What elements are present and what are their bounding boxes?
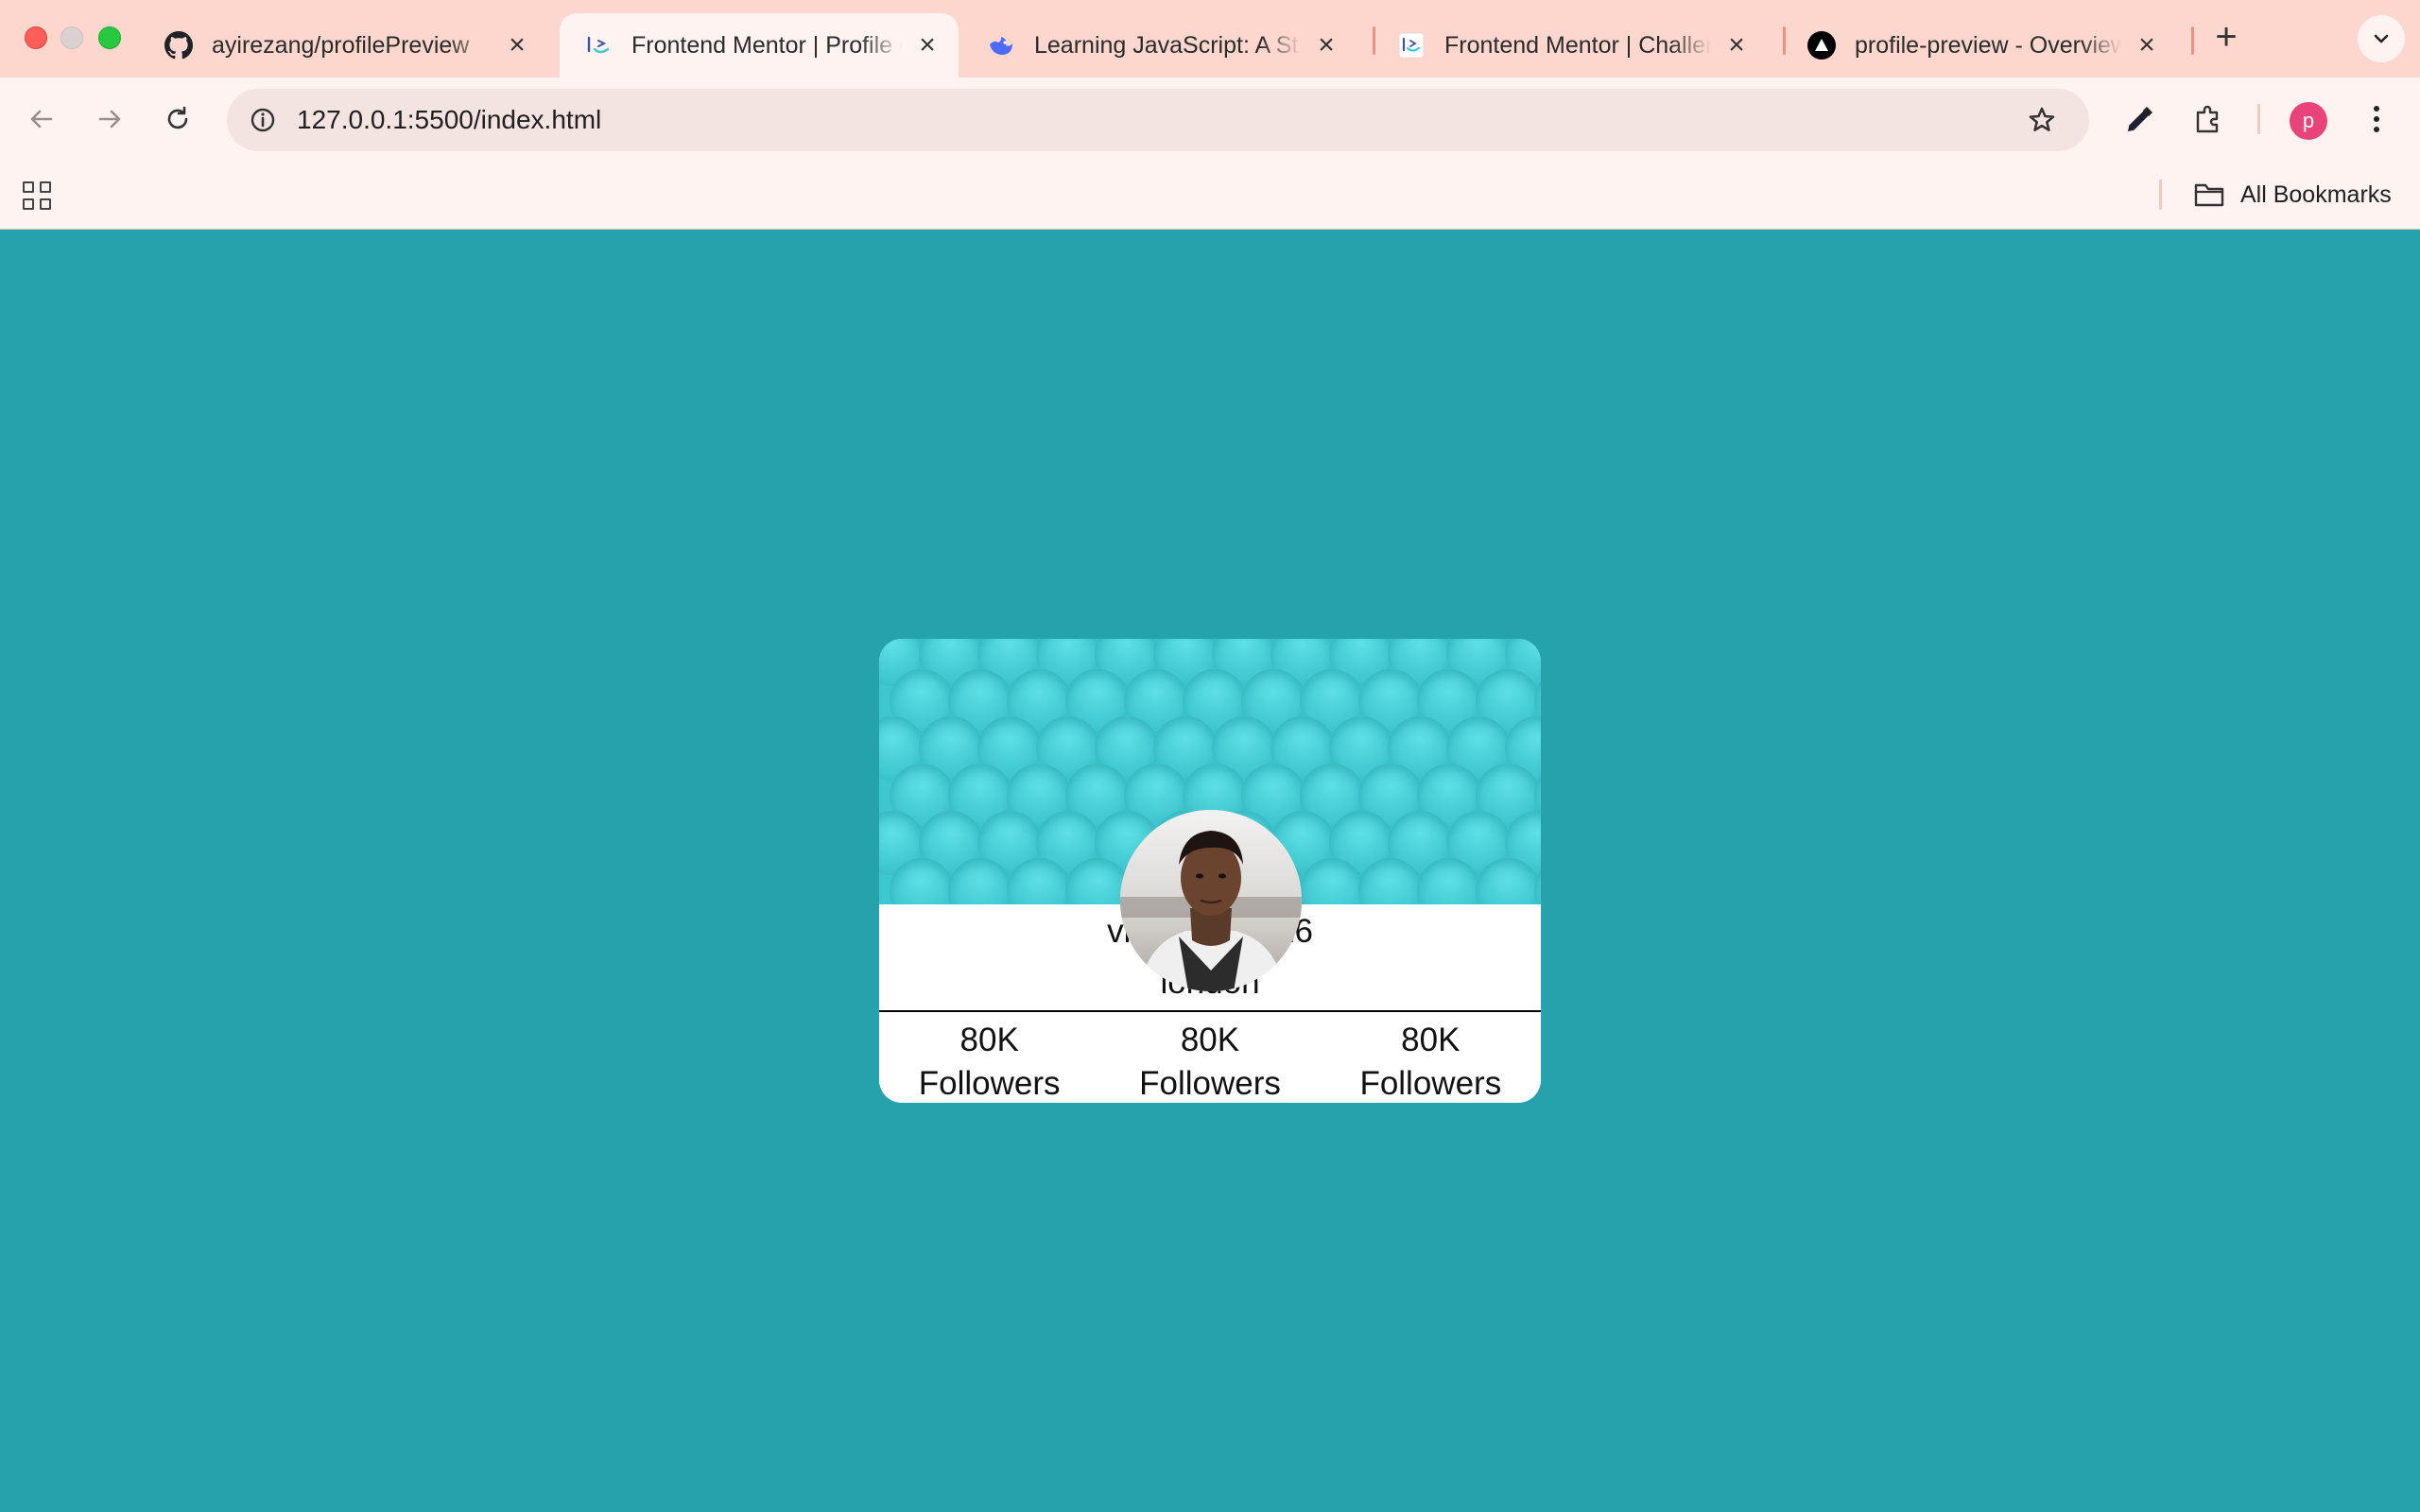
apps-grid-icon[interactable] [21,180,53,212]
frontend-mentor-icon [584,31,613,60]
url-text[interactable]: 127.0.0.1:5500/index.html [297,105,601,135]
address-bar[interactable]: 127.0.0.1:5500/index.html [227,89,2089,151]
deepseek-icon [987,31,1015,60]
eyedropper-extension-icon[interactable] [2119,98,2161,140]
tab-strip: ayirezang/profilePreview × Frontend Ment… [0,0,2420,77]
tab-close-icon[interactable]: × [915,31,940,60]
stats-row: 80K Followers 80K Followers 80K Follower… [879,1012,1541,1103]
arrow-left-icon [30,110,53,129]
bookmarks-separator [2159,180,2162,210]
profile-avatar-button[interactable]: p [2290,102,2327,140]
stat-label: Followers [918,1065,1061,1102]
window-minimize-button[interactable] [60,26,83,49]
folder-icon [2193,178,2227,212]
tab-close-icon[interactable]: × [505,31,529,60]
tab-frontend-mentor-profile[interactable]: Frontend Mentor | Profile card component… [560,13,959,77]
frontend-mentor-icon [1397,31,1426,60]
all-bookmarks-button[interactable]: All Bookmarks [2193,178,2392,212]
more-menu-icon[interactable] [2356,98,2397,140]
stat-value: 80K [1180,1022,1240,1058]
stat-item: 80K Followers [1321,1012,1541,1103]
new-tab-button[interactable]: + [2206,17,2246,57]
reload-icon [167,106,188,129]
bookmarks-bar: All Bookmarks [0,161,2420,230]
tab-github[interactable]: ayirezang/profilePreview × [140,13,548,77]
window-zoom-button[interactable] [98,26,121,49]
tab-title: profile-preview - Overview [1855,31,2121,59]
tab-close-icon[interactable]: × [1314,31,1339,60]
tab-learning-javascript[interactable]: Learning JavaScript: A Structured Path × [962,13,1357,77]
profile-photo [1120,810,1302,991]
tab-close-icon[interactable]: × [1724,31,1749,60]
profile-card: victor crest 26 london 80K Followers [879,639,1541,1103]
stat-value: 80K [1401,1022,1461,1058]
stat-value: 80K [959,1022,1019,1058]
vercel-icon [1807,31,1836,60]
tab-title: ayirezang/profilePreview [212,31,470,59]
tab-title: Learning JavaScript: A Structured Path [1034,31,1301,59]
tab-separator [2191,26,2194,55]
stat-label: Followers [1359,1065,1502,1102]
arrow-right-icon [98,110,121,129]
github-icon [164,31,193,60]
extensions-puzzle-icon[interactable] [2187,98,2229,140]
site-info-icon[interactable] [244,101,282,139]
chevron-down-icon [2374,34,2389,43]
stat-item: 80K Followers [879,1012,1099,1103]
tab-frontend-mentor-challenges[interactable]: Frontend Mentor | Challenges × [1373,13,1768,77]
back-button[interactable] [21,98,62,140]
stat-item: 80K Followers [1099,1012,1320,1103]
toolbar-separator [2257,104,2260,134]
all-bookmarks-label: All Bookmarks [2240,180,2392,208]
browser-toolbar: 127.0.0.1:5500/index.html p [0,77,2420,161]
stat-label: Followers [1139,1065,1281,1102]
window-close-button[interactable] [25,26,47,49]
reload-button[interactable] [157,98,199,140]
tab-close-icon[interactable]: × [2135,31,2159,60]
tab-search-button[interactable] [2358,15,2405,62]
bookmark-star-icon[interactable] [2023,101,2061,139]
tab-vercel-overview[interactable]: profile-preview - Overview × [1783,13,2178,77]
tab-title: Frontend Mentor | Profile card component [631,31,902,59]
forward-button[interactable] [89,98,130,140]
tab-title: Frontend Mentor | Challenges [1444,31,1711,59]
